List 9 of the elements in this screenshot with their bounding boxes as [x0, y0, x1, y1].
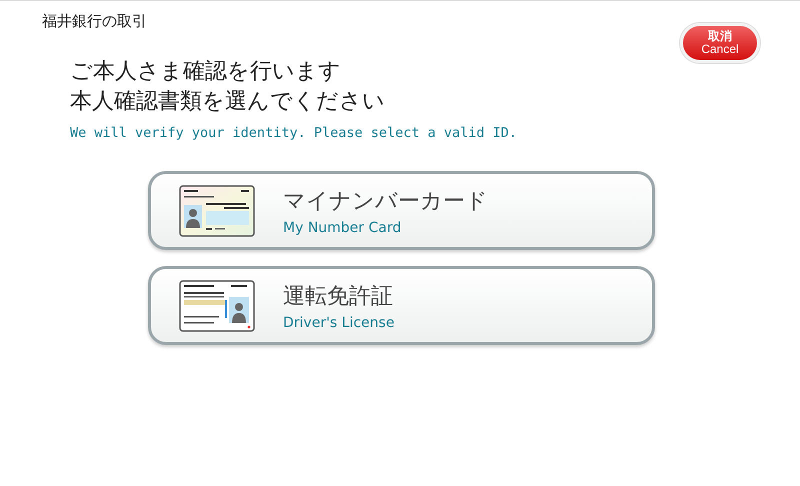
cancel-button[interactable]: 取消 Cancel — [680, 23, 760, 63]
subtitle: We will verify your identity. Please select a valid ID. — [70, 125, 518, 141]
id-option-button[interactable]: 運転免許証 Driver's License — [148, 266, 655, 345]
id-option-button[interactable]: マイナンバーカード My Number Card — [148, 171, 655, 250]
heading-line: 本人確認書類を選んでください — [70, 88, 386, 116]
screen-title: 福井銀行の取引 — [42, 12, 147, 31]
id-card-icon — [179, 184, 255, 236]
license-card-icon — [179, 280, 255, 332]
heading-line: ご本人さま確認を行います — [70, 58, 342, 86]
